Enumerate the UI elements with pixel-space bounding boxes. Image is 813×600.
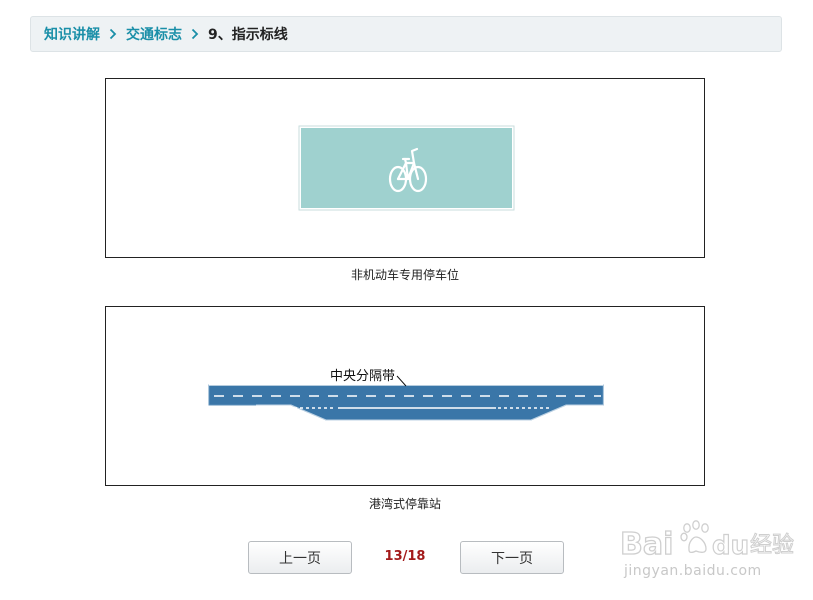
watermark-brand: 经验 <box>750 533 794 558</box>
breadcrumb: 知识讲解 交通标志 9、指示标线 <box>30 16 782 52</box>
breadcrumb-current: 9、指示标线 <box>208 27 288 43</box>
bus-bay-illustration: 中央分隔带 <box>208 369 604 421</box>
baidu-watermark-logo: Bai du 经验 <box>619 520 795 563</box>
figure-caption: 非机动车专用停车位 <box>350 268 459 282</box>
breadcrumb-item-knowledge[interactable]: 知识讲解 <box>44 24 100 44</box>
page-indicator: 13/18 <box>384 549 426 564</box>
next-page-button[interactable]: 下一页 <box>460 541 564 574</box>
chevron-right-icon <box>191 28 199 40</box>
bicycle-parking-illustration <box>298 125 515 211</box>
page: 知识讲解 交通标志 9、指示标线 非机动车专用停车位 中央分隔带 港湾式停靠站 … <box>0 0 813 600</box>
chevron-right-icon <box>109 28 117 40</box>
figure-caption: 港湾式停靠站 <box>368 497 441 511</box>
figure-bicycle-parking <box>105 78 705 258</box>
figure-bus-bay: 中央分隔带 <box>105 306 705 486</box>
svg-text:Bai: Bai <box>620 527 673 562</box>
svg-text:du: du <box>712 531 749 561</box>
watermark-url: jingyan.baidu.com <box>624 563 762 579</box>
prev-page-button[interactable]: 上一页 <box>248 541 352 574</box>
breadcrumb-item-traffic-signs[interactable]: 交通标志 <box>126 24 182 44</box>
median-label: 中央分隔带 <box>330 369 395 384</box>
